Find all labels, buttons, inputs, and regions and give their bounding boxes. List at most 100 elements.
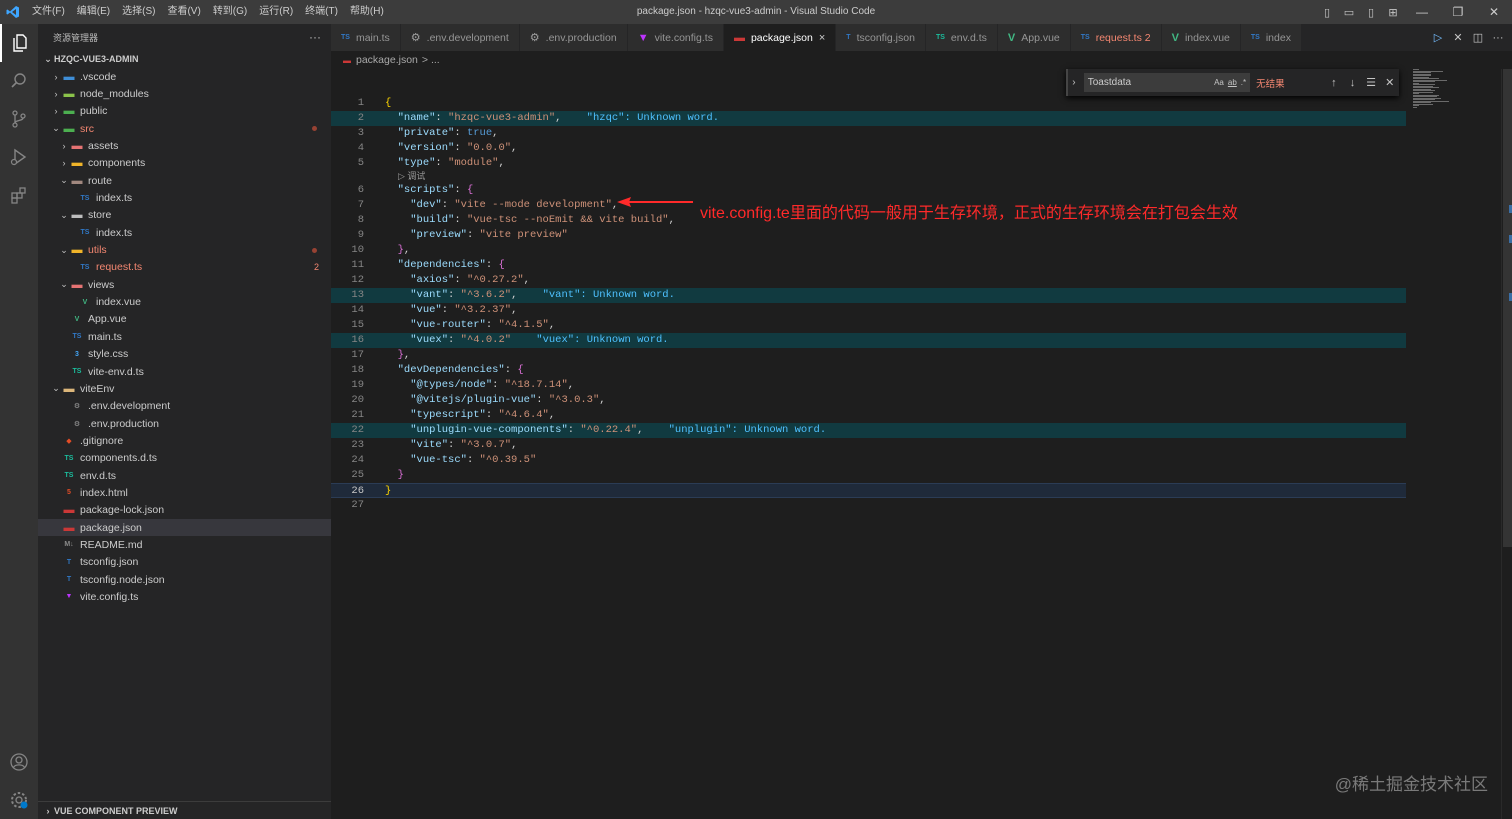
code-line[interactable]: 16 "vuex": "^4.0.2" "vuex": Unknown word… [331, 333, 1406, 348]
code-line[interactable]: 25 } [331, 468, 1406, 483]
close-find-icon[interactable]: ✕ [1380, 76, 1399, 89]
code-line[interactable]: 11 "dependencies": { [331, 258, 1406, 273]
code-line[interactable]: 1{ [331, 96, 1406, 111]
code-line[interactable]: 2 "name": "hzqc-vue3-admin", "hzqc": Unk… [331, 111, 1406, 126]
tree-item[interactable]: 3 style.css [38, 346, 331, 363]
code-line[interactable]: 14 "vue": "^3.2.37", [331, 303, 1406, 318]
tree-item[interactable]: Vindex.vue [38, 293, 331, 310]
editor-tab[interactable]: Ttsconfig.json [836, 24, 926, 51]
menu-item[interactable]: 终端(T) [299, 0, 344, 24]
vertical-scrollbar[interactable] [1501, 69, 1512, 819]
code-line[interactable]: 20 "@vitejs/plugin-vue": "^3.0.3", [331, 393, 1406, 408]
tree-item[interactable]: TS main.ts [38, 328, 331, 345]
minimize-button[interactable]: — [1404, 0, 1440, 24]
editor-tab[interactable]: ⚙ .env.production [519, 24, 628, 51]
code-line[interactable]: 26} [331, 483, 1406, 498]
scrollbar-thumb[interactable] [1503, 69, 1512, 547]
manage-gear-icon[interactable] [0, 781, 38, 819]
tree-item[interactable]: ⚙ .env.development [38, 398, 331, 415]
more-icon[interactable]: ··· [1488, 32, 1508, 44]
breadcrumb-file[interactable]: package.json [356, 54, 418, 66]
menu-item[interactable]: 帮助(H) [344, 0, 390, 24]
tree-item[interactable]: TS env.d.ts [38, 467, 331, 484]
close-window-button[interactable]: ✕ [1476, 0, 1512, 24]
tree-item[interactable]: TS components.d.ts [38, 450, 331, 467]
code-line[interactable]: 18 "devDependencies": { [331, 363, 1406, 378]
code-line[interactable]: 21 "typescript": "^4.6.4", [331, 408, 1406, 423]
tools-icon[interactable]: ✕ [1448, 31, 1468, 44]
editor-tab[interactable]: ▼ vite.config.ts [627, 24, 724, 51]
more-actions-icon[interactable]: ··· [309, 30, 321, 44]
tree-item[interactable]: › ▬ node_modules [38, 85, 331, 102]
search-icon[interactable] [0, 62, 38, 100]
editor-tab[interactable]: TS index [1240, 24, 1302, 51]
menu-item[interactable]: 查看(V) [161, 0, 206, 24]
tree-item[interactable]: Ttsconfig.json [38, 554, 331, 571]
run-debug-icon[interactable] [0, 138, 38, 176]
code-editor[interactable]: 1{2 "name": "hzqc-vue3-admin", "hzqc": U… [331, 69, 1501, 819]
menu-item[interactable]: 选择(S) [116, 0, 161, 24]
tree-item[interactable]: ⌄ ▬ route [38, 172, 331, 189]
tree-item[interactable]: › ▬ public [38, 103, 331, 120]
code-line[interactable]: 6 "scripts": { [331, 183, 1406, 198]
accounts-icon[interactable] [0, 743, 38, 781]
regex-toggle[interactable]: .* [1241, 78, 1246, 87]
code-line[interactable]: 22 "unplugin-vue-components": "^0.22.4",… [331, 423, 1406, 438]
find-input[interactable]: Toastdata Aa ab .* [1083, 73, 1251, 92]
tree-item[interactable]: ▬ package-lock.json [38, 502, 331, 519]
tree-item[interactable]: ⌄ ▬ src [38, 120, 331, 137]
code-line[interactable]: 4 "version": "0.0.0", [331, 141, 1406, 156]
tree-item[interactable]: ⚙ .env.production [38, 415, 331, 432]
tree-item[interactable]: › ▬ .vscode [38, 68, 331, 85]
editor-tab[interactable]: TS main.ts [331, 24, 401, 51]
previous-match-icon[interactable]: ↑ [1325, 77, 1344, 89]
restore-button[interactable]: ❐ [1440, 0, 1476, 24]
tree-item[interactable]: M↓ README.md [38, 536, 331, 553]
tree-item[interactable]: ⌄ ▬ viteEnv [38, 380, 331, 397]
breadcrumb-rest[interactable]: > ... [422, 54, 440, 66]
menu-item[interactable]: 编辑(E) [71, 0, 116, 24]
tree-item[interactable]: ▬ package.json [38, 518, 331, 537]
code-line[interactable]: 19 "@types/node": "^18.7.14", [331, 378, 1406, 393]
workspace-root[interactable]: ⌄ HZQC-VUE3-ADMIN [38, 50, 331, 68]
tree-item[interactable]: ▼ vite.config.ts [38, 588, 331, 605]
editor-tab[interactable]: Vindex.vue [1161, 24, 1241, 51]
editor-tab[interactable]: ▬ package.json × [723, 24, 837, 51]
code-line[interactable]: 13 "vant": "^3.6.2", "vant": Unknown wor… [331, 288, 1406, 303]
tree-item[interactable]: › ▬ components [38, 155, 331, 172]
menu-item[interactable]: 运行(R) [253, 0, 299, 24]
extensions-icon[interactable] [0, 176, 38, 214]
tree-item[interactable]: Ttsconfig.node.json [38, 571, 331, 588]
editor-tab[interactable]: TS request.ts 2 [1070, 24, 1162, 51]
code-line[interactable]: 24 "vue-tsc": "^0.39.5" [331, 453, 1406, 468]
vue-component-preview-section[interactable]: › VUE COMPONENT PREVIEW [38, 801, 331, 819]
run-icon[interactable]: ▷ [1428, 31, 1448, 44]
tree-item[interactable]: ◆ .gitignore [38, 432, 331, 449]
code-line[interactable]: 23 "vite": "^3.0.7", [331, 438, 1406, 453]
tree-item[interactable]: 5 index.html [38, 484, 331, 501]
tree-item[interactable]: ⌄ ▬ utils [38, 241, 331, 258]
find-in-selection-icon[interactable]: ☰ [1362, 76, 1381, 89]
next-match-icon[interactable]: ↓ [1343, 77, 1362, 89]
explorer-icon[interactable] [0, 24, 38, 62]
tree-item[interactable]: ⌄ ▬ store [38, 207, 331, 224]
tree-item[interactable]: › ▬ assets [38, 137, 331, 154]
editor-tab[interactable]: V App.vue [997, 24, 1071, 51]
customize-layout-icon[interactable]: ⊞ [1385, 5, 1401, 19]
code-line[interactable]: 5 "type": "module", [331, 156, 1406, 171]
toggle-sidebar-icon[interactable]: ▯ [1319, 5, 1335, 19]
tree-item[interactable]: TS vite-env.d.ts [38, 363, 331, 380]
whole-word-toggle[interactable]: ab [1228, 78, 1237, 87]
code-line[interactable]: 12 "axios": "^0.27.2", [331, 273, 1406, 288]
match-case-toggle[interactable]: Aa [1214, 78, 1224, 87]
toggle-replace-icon[interactable]: › [1066, 69, 1080, 96]
tree-item[interactable]: TS index.ts [38, 224, 331, 241]
debug-codelens[interactable]: ▷ 调试 [398, 169, 425, 182]
tree-item[interactable]: ⌄ ▬ views [38, 276, 331, 293]
minimap[interactable] [1409, 69, 1501, 109]
toggle-panel-icon[interactable]: ▭ [1341, 5, 1357, 19]
menu-item[interactable]: 转到(G) [207, 0, 253, 24]
code-line[interactable]: 9 "preview": "vite preview" [331, 228, 1406, 243]
split-editor-icon[interactable]: ◫ [1468, 31, 1488, 44]
code-line[interactable]: 10 }, [331, 243, 1406, 258]
